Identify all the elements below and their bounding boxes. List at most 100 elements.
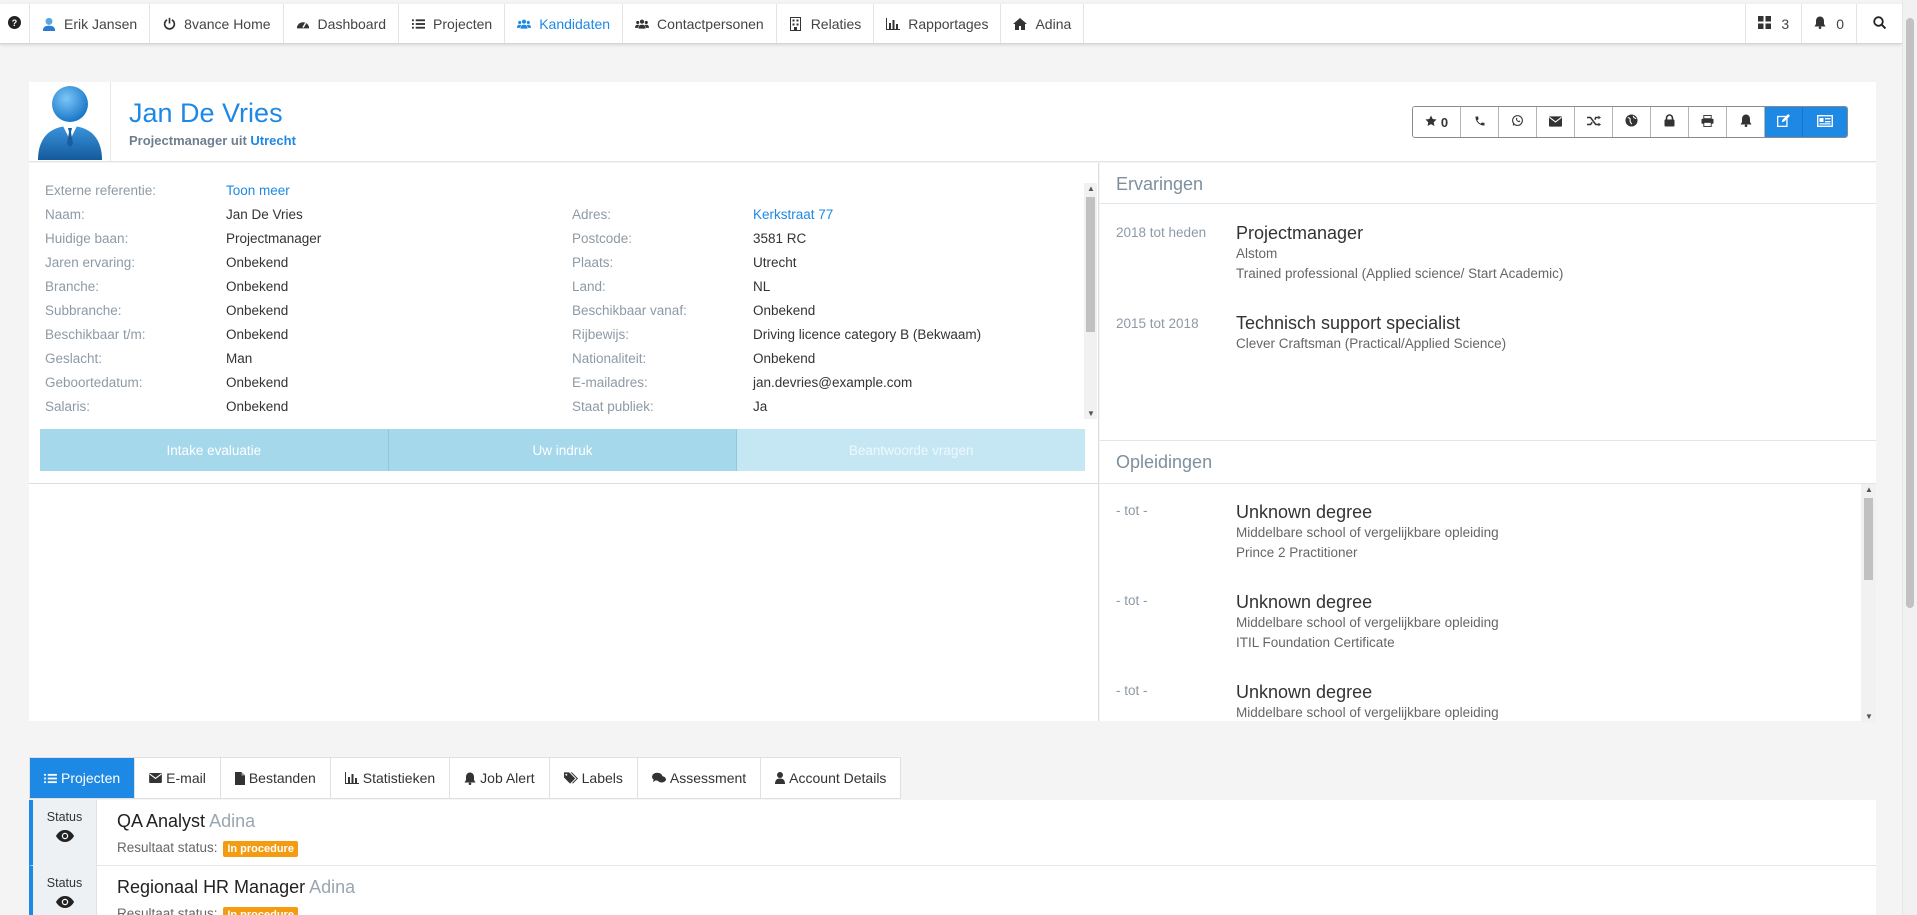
project-title[interactable]: Regionaal HR Manager Adina <box>117 877 355 898</box>
user-icon <box>775 772 786 784</box>
tab-label: E-mail <box>166 770 206 786</box>
project-owner: Adina <box>309 877 356 897</box>
tab-label: Assessment <box>669 770 747 786</box>
ervaringen-title: Ervaringen <box>1116 174 1204 194</box>
experience-title: Technisch support specialist <box>1236 313 1461 333</box>
users-icon <box>517 17 532 31</box>
bar-chart-icon <box>886 17 901 31</box>
external-reference-link[interactable]: Toon meer <box>226 183 290 198</box>
nav-contactpersonen[interactable]: Contactpersonen <box>623 4 777 43</box>
envelope-icon <box>1549 115 1562 130</box>
detail-row: Externe referentie: <box>45 183 156 198</box>
result-label: Resultaat status: <box>117 840 218 855</box>
address-link[interactable]: Kerkstraat 77 <box>753 207 833 222</box>
bell-count: 0 <box>1836 15 1844 32</box>
nav-8vance-home[interactable]: 8vance Home <box>150 4 284 43</box>
project-title[interactable]: QA Analyst Adina <box>117 811 255 832</box>
detail-value: Driving licence category B (Bekwaam) <box>753 327 982 342</box>
search-icon <box>1873 15 1887 32</box>
tab-statistieken[interactable]: Statistieken <box>331 758 451 798</box>
status-box[interactable]: Status <box>33 800 97 866</box>
website-button[interactable] <box>1613 107 1651 137</box>
nav-dashboard[interactable]: Dashboard <box>284 4 400 43</box>
file-icon <box>234 771 245 785</box>
lock-button[interactable] <box>1651 107 1689 137</box>
nav-search-button[interactable] <box>1856 4 1902 43</box>
detail-value: Man <box>226 351 253 366</box>
candidate-city-link[interactable]: Utrecht <box>250 133 296 148</box>
evaluation-tabs: Intake evaluatie Uw indruk Beantwoorde v… <box>40 429 1086 471</box>
tab-assessment[interactable]: Assessment <box>638 758 762 798</box>
details-scrollbar-thumb[interactable] <box>1086 197 1095 332</box>
whatsapp-button[interactable] <box>1499 107 1537 137</box>
experience-level: Clever Craftsman (Practical/Applied Scie… <box>1236 336 1507 351</box>
status-label: Status <box>46 810 83 824</box>
tab-job-alert[interactable]: Job Alert <box>450 758 550 798</box>
email-button[interactable] <box>1537 107 1575 137</box>
tab-bestanden[interactable]: Bestanden <box>221 758 331 798</box>
edit-icon <box>1776 114 1790 130</box>
edit-button[interactable] <box>1765 107 1803 137</box>
help-button[interactable]: ? <box>0 4 30 43</box>
nav-relaties[interactable]: Relaties <box>777 4 875 43</box>
scroll-up-arrow-icon[interactable]: ▲ <box>1865 485 1873 494</box>
opleidingen-scrollbar-thumb[interactable] <box>1864 498 1873 580</box>
page-scrollbar[interactable] <box>1902 0 1917 915</box>
education-level: Middelbare school of vergelijkbare oplei… <box>1236 615 1499 630</box>
tab-uw-indruk[interactable]: Uw indruk <box>388 429 738 471</box>
tab-labels[interactable]: Labels <box>550 758 638 798</box>
candidate-name: Jan De Vries <box>129 98 283 128</box>
scroll-up-arrow-icon[interactable]: ▲ <box>1087 184 1095 193</box>
detail-label: Adres: <box>572 207 612 222</box>
tab-label: Projecten <box>61 770 121 786</box>
nav-rapportages[interactable]: Rapportages <box>874 4 1002 43</box>
nav-kandidaten[interactable]: Kandidaten <box>505 4 624 43</box>
tab-email[interactable]: E-mail <box>135 758 221 798</box>
bell-icon <box>1814 16 1826 32</box>
detail-label: Huidige baan: <box>45 231 129 246</box>
education-certificate: Prince 2 Practitioner <box>1236 545 1358 560</box>
building-icon <box>789 16 803 31</box>
grid-count: 3 <box>1781 15 1790 32</box>
shuffle-button[interactable] <box>1575 107 1613 137</box>
envelope-icon <box>149 773 163 783</box>
alert-button[interactable] <box>1727 107 1765 137</box>
nav-notifications[interactable]: 0 <box>1801 4 1856 43</box>
tab-projecten[interactable]: Projecten <box>30 758 136 798</box>
tab-beantwoorde-vragen[interactable]: Beantwoorde vragen <box>737 429 1086 471</box>
status-box[interactable]: Status <box>33 866 97 915</box>
nav-user[interactable]: Erik Jansen <box>30 4 151 43</box>
detail-value: Onbekend <box>226 375 289 390</box>
nav-dashboard-label: Dashboard <box>317 15 387 32</box>
detail-value: Utrecht <box>753 255 797 270</box>
scroll-down-arrow-icon[interactable]: ▼ <box>1087 409 1095 418</box>
result-label: Resultaat status: <box>117 906 218 915</box>
tab-account-details[interactable]: Account Details <box>761 758 900 798</box>
bell-icon <box>464 772 476 785</box>
section-divider <box>1100 203 1876 204</box>
nav-kandidaten-label: Kandidaten <box>539 15 611 32</box>
call-button[interactable] <box>1461 107 1499 137</box>
detail-value: 3581 RC <box>753 231 807 246</box>
dashboard-icon <box>296 17 310 31</box>
vcard-button[interactable] <box>1803 107 1847 137</box>
education-title: Unknown degree <box>1236 682 1373 702</box>
experience-period: 2018 tot heden <box>1116 225 1207 240</box>
scroll-down-arrow-icon[interactable]: ▼ <box>1865 712 1873 721</box>
favorite-button[interactable]: 0 <box>1413 107 1461 137</box>
detail-label: Staat publiek: <box>572 399 654 414</box>
tab-intake-evaluatie[interactable]: Intake evaluatie <box>40 429 389 471</box>
nav-grid-counter[interactable]: 3 <box>1745 4 1801 43</box>
nav-projecten[interactable]: Projecten <box>399 4 506 43</box>
details-scrollbar[interactable]: ▲ ▼ <box>1084 183 1097 419</box>
project-row[interactable]: Status Regionaal HR Manager Adina Result… <box>29 866 1876 915</box>
print-button[interactable] <box>1689 107 1727 137</box>
detail-label: Plaats: <box>572 255 614 270</box>
opleidingen-scrollbar[interactable]: ▲ ▼ <box>1861 484 1876 722</box>
nav-adina[interactable]: Adina <box>1001 4 1085 43</box>
project-row[interactable]: Status QA Analyst Adina Resultaat status… <box>29 800 1876 866</box>
detail-label: Jaren ervaring: <box>45 255 136 270</box>
user-avatar-icon <box>42 17 56 31</box>
page-scrollbar-thumb[interactable] <box>1906 18 1914 608</box>
detail-value: Jan De Vries <box>226 207 303 222</box>
